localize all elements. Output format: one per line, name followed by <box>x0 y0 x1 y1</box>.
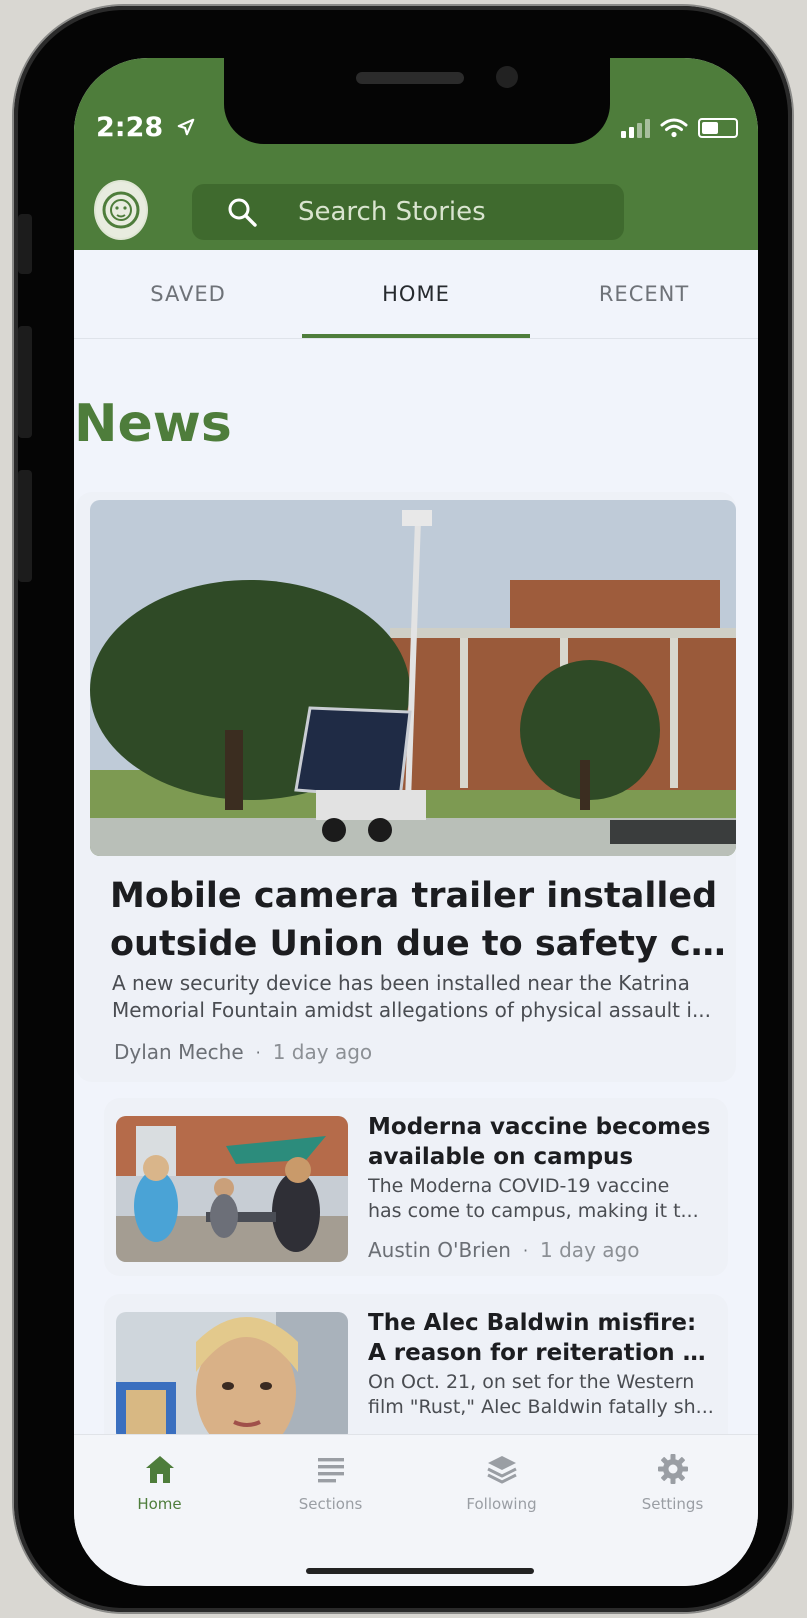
nav-sections[interactable]: Sections <box>245 1435 416 1586</box>
layers-icon <box>486 1456 517 1484</box>
wifi-icon <box>660 118 688 138</box>
status-icons <box>621 118 738 138</box>
tab-home[interactable]: HOME <box>302 250 530 338</box>
status-time: 2:28 <box>96 112 195 143</box>
story-time: 1 day ago <box>540 1238 640 1262</box>
story-summary: On Oct. 21, on set for the Western film … <box>368 1371 714 1418</box>
story-meta: Austin O'Brien · 1 day ago <box>368 1238 639 1262</box>
search-input[interactable] <box>296 196 600 228</box>
story-card[interactable]: The Alec Baldwin misfire: A reason for r… <box>104 1294 728 1454</box>
tab-saved[interactable]: SAVED <box>74 250 302 338</box>
story-image[interactable] <box>116 1116 348 1262</box>
story-title[interactable]: Moderna vaccine becomes available on cam… <box>368 1112 718 1172</box>
battery-icon <box>698 118 738 138</box>
gear-icon <box>657 1454 688 1484</box>
featured-story-image[interactable] <box>90 500 736 856</box>
story-card[interactable]: Moderna vaccine becomes available on cam… <box>104 1098 728 1276</box>
featured-story-title[interactable]: Mobile camera trailer installed outside … <box>110 872 730 968</box>
meta-separator: · <box>522 1240 529 1260</box>
bottom-navigation: Home Sections Following Settings <box>74 1434 758 1586</box>
lion-logo-icon[interactable] <box>94 180 148 240</box>
story-author[interactable]: Austin O'Brien <box>368 1238 511 1262</box>
nav-settings-label: Settings <box>641 1495 704 1513</box>
phone-frame: 2:28 Search Stories SAVED HOME RECENT Ne… <box>14 6 792 1612</box>
story-title[interactable]: The Alec Baldwin misfire: A reason for r… <box>368 1308 718 1368</box>
nav-settings[interactable]: Settings <box>587 1435 758 1586</box>
home-indicator[interactable] <box>306 1568 534 1574</box>
story-author[interactable]: Dylan Meche <box>114 1040 244 1064</box>
front-camera <box>496 66 518 88</box>
tab-bar: SAVED HOME RECENT <box>74 250 758 339</box>
tab-recent[interactable]: RECENT <box>530 250 758 338</box>
section-title: News <box>74 394 232 454</box>
featured-story-summary: A new security device has been installed… <box>112 971 712 1022</box>
story-summary: The Moderna COVID-19 vaccine has come to… <box>368 1175 699 1222</box>
mute-switch <box>18 214 32 274</box>
search-bar[interactable] <box>192 184 624 240</box>
notch <box>224 58 610 144</box>
volume-up-button <box>18 326 32 438</box>
volume-down-button <box>18 470 32 582</box>
home-icon <box>145 1456 174 1483</box>
nav-home[interactable]: Home <box>74 1435 245 1586</box>
nav-home-label: Home <box>137 1495 182 1513</box>
featured-story-meta: Dylan Meche · 1 day ago <box>114 1040 372 1064</box>
speaker <box>356 72 464 84</box>
nav-following[interactable]: Following <box>416 1435 587 1586</box>
story-time: 1 day ago <box>272 1040 373 1064</box>
search-icon <box>228 198 257 227</box>
cellular-signal-icon <box>621 119 650 138</box>
nav-sections-label: Sections <box>298 1495 363 1513</box>
story-image[interactable] <box>116 1312 348 1442</box>
app-screen: 2:28 Search Stories SAVED HOME RECENT Ne… <box>74 58 758 1586</box>
nav-following-label: Following <box>466 1495 537 1513</box>
location-arrow-icon <box>177 118 194 136</box>
meta-separator: · <box>255 1042 261 1062</box>
featured-story-card[interactable]: Mobile camera trailer installed outside … <box>76 492 736 1082</box>
sections-icon <box>317 1458 344 1483</box>
